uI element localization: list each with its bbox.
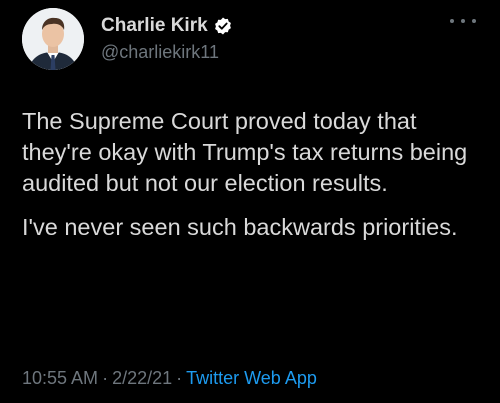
meta-separator: · — [176, 368, 183, 388]
dot-icon — [450, 19, 454, 23]
dot-icon — [461, 19, 465, 23]
user-handle[interactable]: @charliekirk11 — [101, 42, 219, 63]
tweet-paragraph: I've never seen such backwards prioritie… — [22, 214, 458, 240]
avatar[interactable] — [22, 8, 84, 70]
tweet-date[interactable]: 2/22/21 — [112, 368, 172, 388]
tweet-text: The Supreme Court proved today that they… — [22, 106, 480, 256]
tweet-card: Charlie Kirk @charliekirk11 The Supreme … — [0, 0, 500, 403]
tweet-source-link[interactable]: Twitter Web App — [186, 368, 317, 388]
tweet-meta: 10:55 AM · 2/22/21 · Twitter Web App — [22, 368, 317, 389]
name-row: Charlie Kirk — [101, 14, 233, 38]
more-options-icon[interactable] — [450, 14, 476, 28]
dot-icon — [472, 19, 476, 23]
verified-badge-icon — [213, 16, 233, 36]
display-name[interactable]: Charlie Kirk — [101, 15, 208, 37]
meta-separator: · — [102, 368, 109, 388]
tweet-paragraph: The Supreme Court proved today that they… — [22, 108, 468, 196]
tweet-time[interactable]: 10:55 AM — [22, 368, 98, 388]
